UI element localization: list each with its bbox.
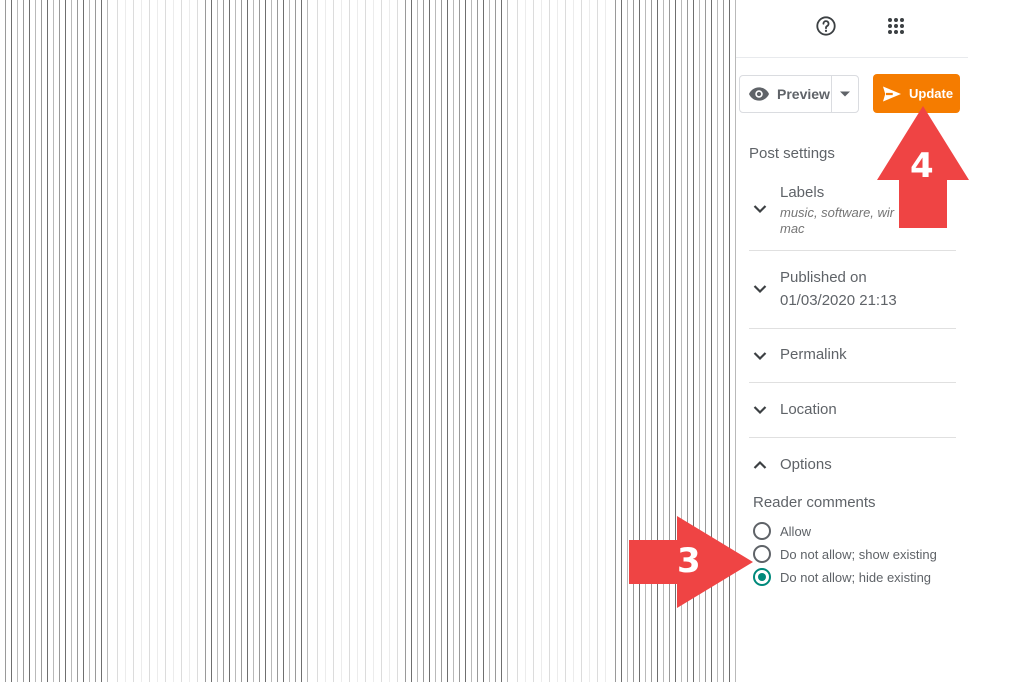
preview-label: Preview [777, 86, 830, 102]
update-label: Update [909, 86, 954, 101]
reader-comments-title: Reader comments [753, 494, 876, 511]
radio-allow[interactable]: Allow [753, 522, 811, 540]
accordion-location[interactable]: Location [749, 383, 956, 438]
obfuscated-content-band [510, 0, 610, 682]
eye-icon [749, 87, 769, 101]
apps-button[interactable] [882, 12, 910, 40]
obfuscated-content-band [200, 0, 310, 682]
radio-do-not-allow-show-existing[interactable]: Do not allow; show existing [753, 545, 937, 563]
preview-split-button: Preview [739, 75, 859, 113]
caret-down-icon [840, 91, 850, 97]
send-icon [883, 86, 901, 101]
radio-button[interactable] [753, 545, 771, 563]
published-date: 01/03/2020 21:13 [780, 292, 897, 309]
obfuscated-content-band [110, 0, 200, 682]
post-editor-area[interactable] [0, 0, 736, 682]
post-settings-title: Post settings [749, 145, 835, 162]
apps-grid-icon [888, 18, 904, 34]
radio-button[interactable] [753, 522, 771, 540]
post-settings-panel: Preview Update Post settings Labels musi… [736, 0, 1024, 682]
radio-label: Allow [780, 523, 812, 539]
radio-button-checked[interactable] [753, 568, 771, 586]
preview-dropdown-button[interactable] [832, 76, 858, 112]
accordion-published-on[interactable]: Published on 01/03/2020 21:13 [749, 251, 956, 329]
obfuscated-content-band [400, 0, 510, 682]
chevron-down-icon [753, 285, 767, 294]
accordion-label: Labels [780, 184, 825, 201]
radio-label: Do not allow; show existing [780, 546, 937, 562]
help-circle-icon [816, 16, 836, 36]
accordion-permalink[interactable]: Permalink [749, 329, 956, 383]
accordion-label: Location [780, 401, 837, 418]
obfuscated-content-band [0, 0, 110, 682]
radio-do-not-allow-hide-existing[interactable]: Do not allow; hide existing [753, 568, 931, 586]
chevron-down-icon [753, 352, 767, 361]
accordion-options[interactable]: Options [749, 438, 956, 490]
accordion-label: Published on [780, 269, 867, 286]
annotation-number-4: 4 [910, 146, 934, 186]
annotation-number-3: 3 [677, 541, 701, 581]
obfuscated-content-band [310, 0, 400, 682]
accordion-label: Permalink [780, 346, 847, 363]
radio-label: Do not allow; hide existing [780, 569, 932, 585]
help-button[interactable] [812, 12, 840, 40]
chevron-down-icon [753, 205, 767, 214]
accordion-label: Options [780, 456, 832, 473]
preview-button[interactable]: Preview [740, 76, 832, 112]
chevron-up-icon [753, 460, 767, 469]
top-bar [736, 0, 968, 58]
chevron-down-icon [753, 406, 767, 415]
